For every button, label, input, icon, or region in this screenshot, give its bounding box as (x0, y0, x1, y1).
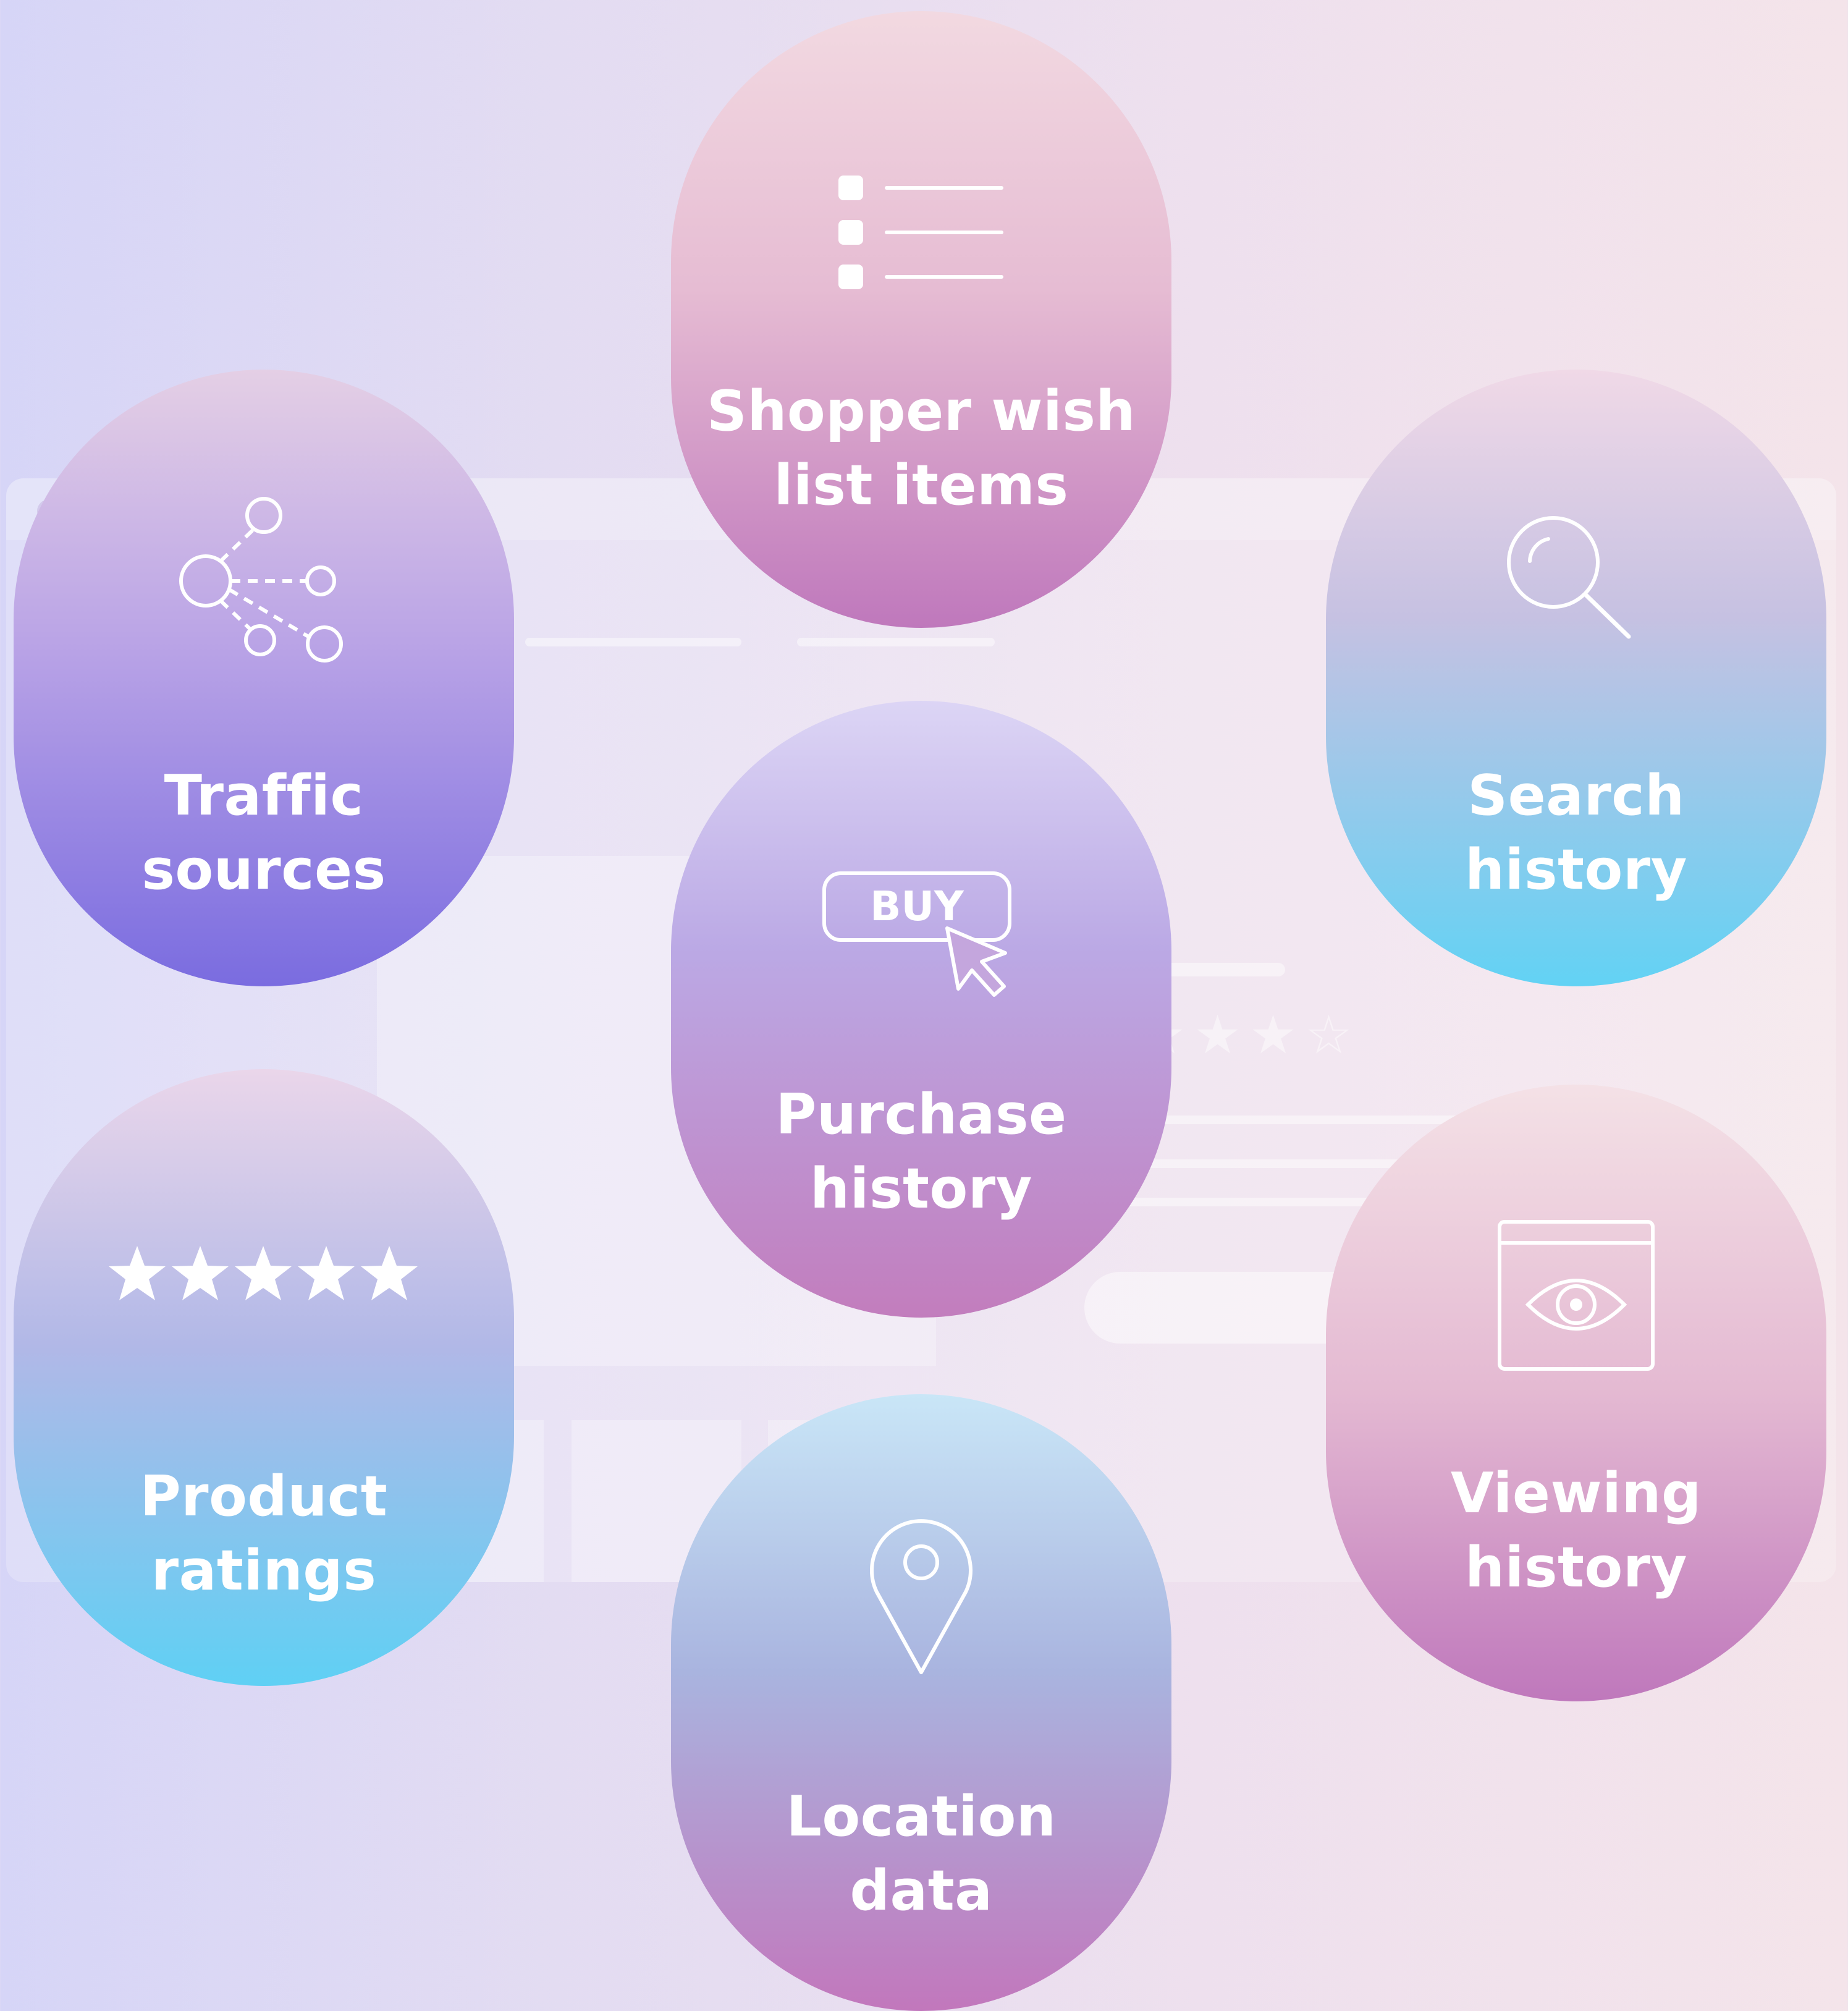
background-star: ★ (1249, 1004, 1297, 1066)
network-icon (14, 493, 514, 672)
card-label-viewing-history: Viewing history (1451, 1461, 1702, 1600)
card-product-ratings: Product ratings (14, 1069, 514, 1686)
background-nav-line (525, 638, 741, 646)
map-pin-icon (671, 1517, 1171, 1677)
card-label-search-history: Search history (1465, 763, 1687, 902)
list-icon (671, 164, 1171, 294)
search-icon (1326, 513, 1826, 649)
card-label-traffic-sources: Traffic sources (141, 763, 386, 902)
card-wish-list: Shopper wish list items (671, 11, 1171, 628)
star-rating-icon (14, 1243, 514, 1305)
card-viewing-history: Viewing history (1326, 1085, 1826, 1701)
eye-window-icon (1326, 1218, 1826, 1373)
card-label-product-ratings: Product ratings (140, 1464, 388, 1603)
background-star: ★ (1194, 1004, 1242, 1066)
background-star: ☆ (1305, 1004, 1353, 1066)
card-search-history: Search history (1326, 370, 1826, 986)
buy-button-icon: BUY (671, 871, 1171, 1006)
card-label-wish-list: Shopper wish list items (707, 379, 1136, 518)
card-label-location-data: Location data (786, 1784, 1057, 1923)
card-purchase-history: BUY Purchase history (671, 701, 1171, 1318)
card-location-data: Location data (671, 1394, 1171, 2011)
cursor-arrow-icon (945, 926, 1007, 997)
card-traffic-sources: Traffic sources (14, 370, 514, 986)
background-nav-line (797, 638, 995, 646)
card-label-purchase-history: Purchase history (775, 1082, 1067, 1221)
